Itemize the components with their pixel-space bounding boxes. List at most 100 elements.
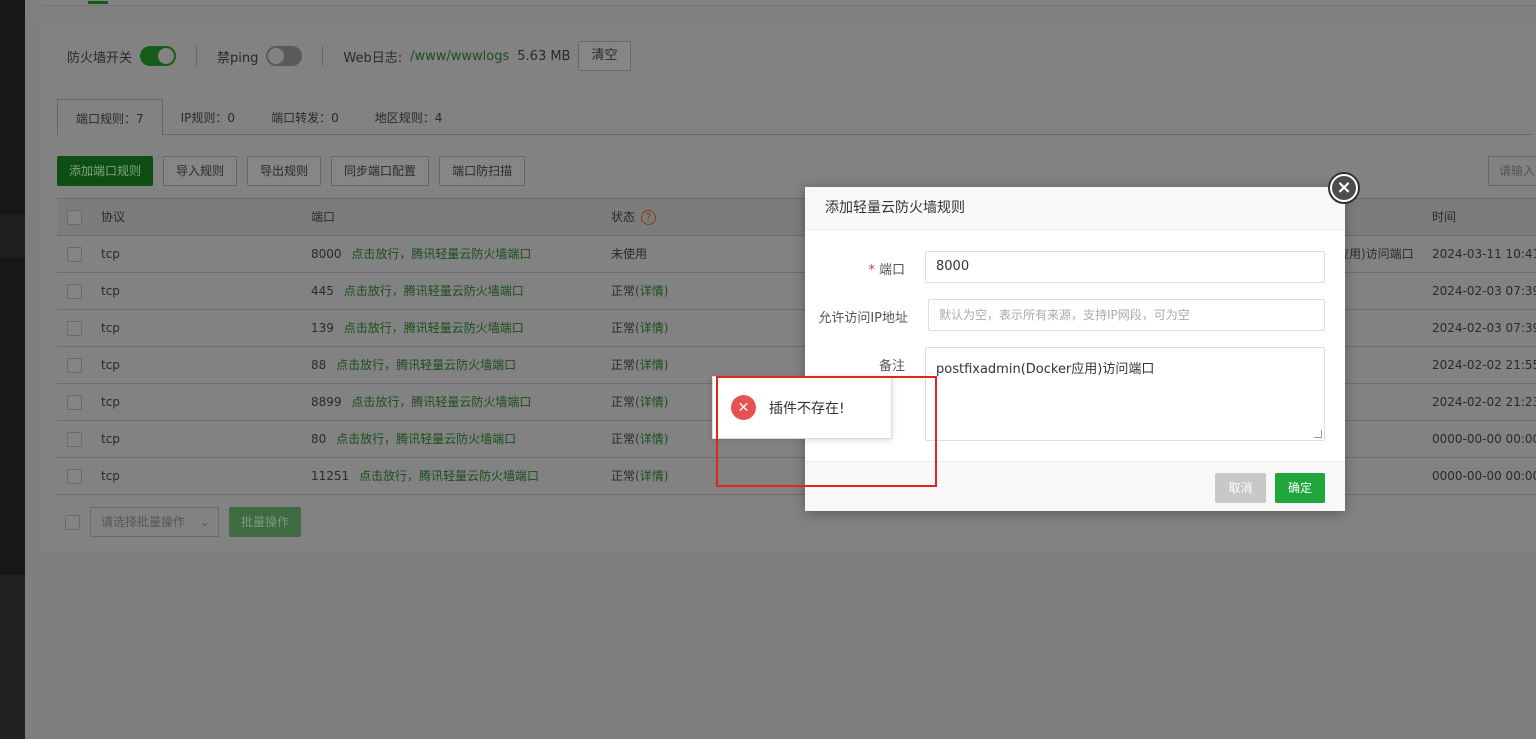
error-toast: ✕ 插件不存在! [712, 376, 892, 439]
batch-select-placeholder: 请选择批量操作 [101, 515, 186, 529]
sidebar-active-item[interactable] [0, 215, 25, 258]
status-detail-link[interactable]: (详情) [635, 469, 668, 483]
rule-actions: 添加端口规则 导入规则 导出规则 同步端口配置 端口防扫描 [57, 156, 526, 186]
sidebar-lower-section [0, 575, 25, 739]
row-port: 80 [311, 432, 327, 446]
web-log-path-link[interactable]: /www/wwwlogs [410, 49, 509, 64]
cancel-button[interactable]: 取消 [1215, 473, 1266, 503]
status-detail-link[interactable]: (详情) [635, 395, 668, 409]
remark-text: postfixadmin(Docker应用)访问端口 [936, 362, 1155, 377]
row-time: 2024-02-03 07:39: [1432, 321, 1536, 335]
tab-port-forward[interactable]: 端口转发：0 [253, 99, 357, 135]
tab-ip-rules[interactable]: IP规则：0 [163, 99, 253, 135]
port-label: * 端口 [805, 259, 905, 278]
resize-handle-icon[interactable] [1314, 430, 1322, 438]
allow-port-link[interactable]: 点击放行，腾讯轻量云防火墙端口 [351, 247, 531, 261]
search-input[interactable]: 请输入 [1488, 156, 1536, 186]
import-rules-button[interactable]: 导入规则 [163, 156, 238, 186]
row-protocol: tcp [101, 284, 120, 298]
row-port: 139 [311, 321, 334, 335]
row-status: 正常 [611, 432, 636, 446]
row-protocol: tcp [101, 247, 120, 261]
status-detail-link[interactable]: (详情) [635, 321, 668, 335]
row-time: 2024-03-11 10:41: [1432, 247, 1536, 261]
firewall-switch[interactable] [140, 46, 177, 66]
row-port: 8000 [311, 247, 342, 261]
confirm-button[interactable]: 确定 [1275, 473, 1325, 503]
status-detail-link[interactable]: (详情) [635, 432, 668, 446]
row-status: 正常 [611, 284, 636, 298]
row-checkbox[interactable] [67, 395, 82, 410]
row-time: 0000-00-00 00:00: [1432, 469, 1536, 483]
header-status-label: 状态 [611, 210, 636, 224]
web-log-label: Web日志: [343, 50, 403, 66]
allow-port-link[interactable]: 点击放行，腾讯轻量云防火墙端口 [336, 358, 516, 372]
clear-log-button[interactable]: 清空 [578, 41, 631, 71]
ping-switch[interactable] [266, 46, 303, 66]
sync-port-config-button[interactable]: 同步端口配置 [331, 156, 430, 186]
row-checkbox[interactable] [67, 247, 82, 262]
help-icon[interactable]: ? [640, 210, 656, 225]
row-status: 正常 [611, 395, 636, 409]
row-status-cell: 未使用 [611, 236, 647, 273]
dialog-title: 添加轻量云防火墙规则 [805, 187, 1345, 230]
row-port-cell: 445 点击放行，腾讯轻量云防火墙端口 [311, 273, 524, 310]
allow-port-link[interactable]: 点击放行，腾讯轻量云防火墙端口 [344, 321, 524, 335]
row-protocol: tcp [101, 321, 120, 335]
error-message: 插件不存在! [769, 400, 845, 417]
row-time: 0000-00-00 00:00: [1432, 432, 1536, 446]
port-label-text: 端口 [878, 263, 905, 278]
remark-textarea[interactable]: postfixadmin(Docker应用)访问端口 [925, 347, 1325, 441]
select-all-checkbox[interactable] [67, 210, 82, 225]
status-detail-link[interactable]: (详情) [635, 358, 668, 372]
row-status-cell: 正常(详情) [611, 421, 668, 458]
row-checkbox[interactable] [67, 432, 82, 447]
batch-operation-select[interactable]: 请选择批量操作 ⌄ [90, 507, 219, 537]
add-firewall-rule-dialog: 添加轻量云防火墙规则 × * 端口 8000 允许访问IP地址 默认为空，表示所有… [805, 172, 1360, 511]
add-port-rule-button[interactable]: 添加端口规则 [57, 156, 154, 186]
dialog-footer: 取消 确定 [805, 461, 1345, 511]
batch-bar: 请选择批量操作 ⌄ 批量操作 [65, 507, 302, 537]
port-input[interactable]: 8000 [925, 251, 1325, 283]
ip-row: 允许访问IP地址 默认为空，表示所有来源，支持IP网段，可为空 [805, 299, 1345, 331]
allow-port-link[interactable]: 点击放行，腾讯轻量云防火墙端口 [359, 469, 539, 483]
row-status-cell: 正常(详情) [611, 310, 668, 347]
ip-input[interactable]: 默认为空，表示所有来源，支持IP网段，可为空 [928, 299, 1325, 331]
row-status: 未使用 [611, 247, 648, 261]
error-icon: ✕ [731, 395, 756, 420]
row-checkbox[interactable] [67, 469, 82, 484]
status-detail-link[interactable]: (详情) [635, 284, 668, 298]
allow-port-link[interactable]: 点击放行，腾讯轻量云防火墙端口 [344, 284, 524, 298]
row-status-cell: 正常(详情) [611, 347, 668, 384]
header-protocol: 协议 [101, 210, 126, 224]
header-port: 端口 [311, 210, 336, 224]
tab-port-rules[interactable]: 端口规则：7 [57, 99, 163, 136]
export-rules-button[interactable]: 导出规则 [247, 156, 322, 186]
batch-select-checkbox[interactable] [65, 514, 80, 530]
row-checkbox[interactable] [67, 358, 82, 373]
port-scan-protect-button[interactable]: 端口防扫描 [439, 156, 526, 186]
remark-label: 备注 [878, 359, 905, 374]
row-protocol: tcp [101, 432, 120, 446]
active-tab-indicator [88, 1, 108, 4]
top-card-edge [41, 0, 1536, 6]
allow-port-link[interactable]: 点击放行，腾讯轻量云防火墙端口 [351, 395, 531, 409]
web-log-size: 5.63 MB [517, 48, 571, 64]
batch-operation-button[interactable]: 批量操作 [229, 507, 302, 537]
row-checkbox[interactable] [67, 321, 82, 336]
allow-port-link[interactable]: 点击放行，腾讯轻量云防火墙端口 [336, 432, 516, 446]
row-status-cell: 正常(详情) [611, 384, 668, 421]
top-tab-strip [25, 0, 1536, 20]
tab-region-rules[interactable]: 地区规则：4 [357, 99, 461, 135]
row-port-cell: 80 点击放行，腾讯轻量云防火墙端口 [311, 421, 516, 458]
close-dialog-button[interactable]: × [1328, 172, 1360, 204]
row-status-cell: 正常(详情) [611, 273, 668, 310]
row-protocol: tcp [101, 395, 120, 409]
row-port-cell: 8899 点击放行，腾讯轻量云防火墙端口 [311, 384, 531, 421]
row-time: 2024-02-02 21:55: [1432, 358, 1536, 372]
row-port-cell: 11251 点击放行，腾讯轻量云防火墙端口 [311, 458, 539, 495]
row-time: 2024-02-02 21:23: [1432, 395, 1536, 409]
port-row: * 端口 8000 [805, 251, 1345, 283]
row-checkbox[interactable] [67, 284, 82, 299]
row-port: 445 [311, 284, 334, 298]
